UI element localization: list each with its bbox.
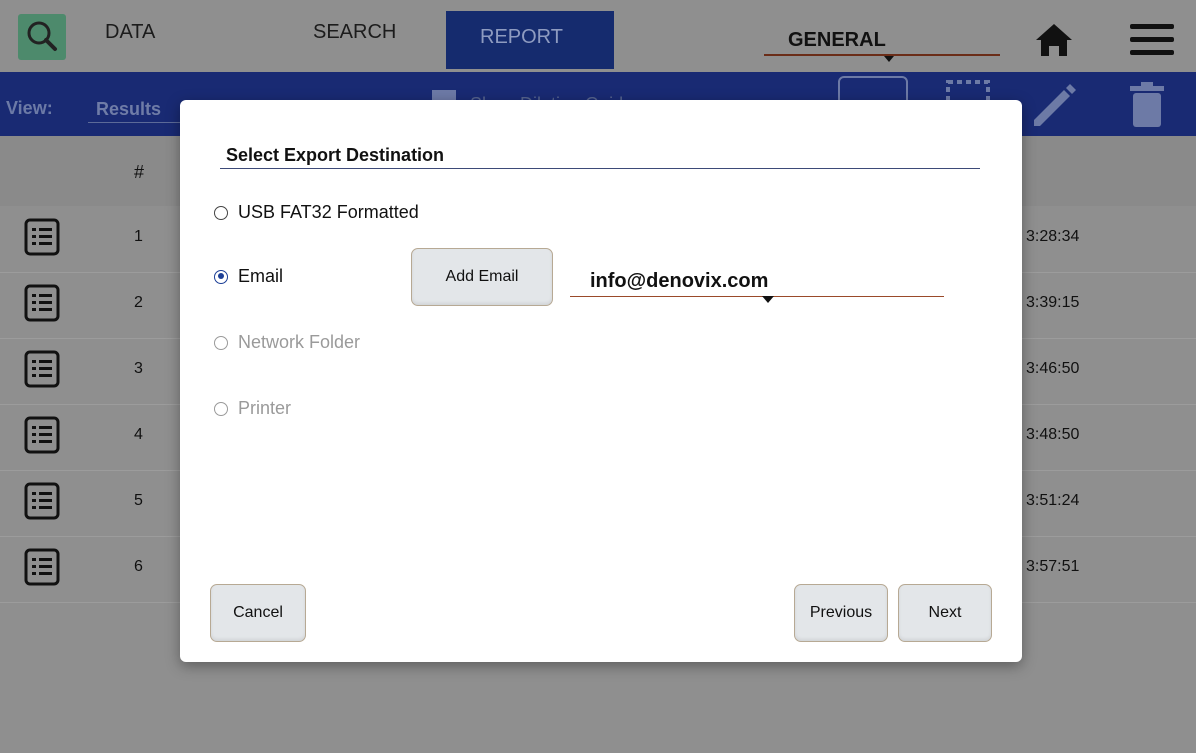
option-network-folder: Network Folder xyxy=(214,332,360,353)
row-time: 3:39:15 xyxy=(1026,294,1080,311)
list-details-icon[interactable] xyxy=(24,482,60,520)
trash-icon[interactable] xyxy=(1128,82,1168,130)
radio-usb[interactable] xyxy=(214,205,228,220)
row-number: 6 xyxy=(134,558,143,575)
radio-network-folder xyxy=(214,335,228,350)
option-printer: Printer xyxy=(214,398,291,419)
tab-search[interactable]: SEARCH xyxy=(313,10,396,54)
list-details-icon[interactable] xyxy=(24,284,60,322)
row-number: 5 xyxy=(134,492,143,509)
list-details-icon[interactable] xyxy=(24,218,60,256)
view-dropdown-value: Results xyxy=(96,99,162,119)
chevron-down-icon xyxy=(884,56,894,62)
row-time: 3:46:50 xyxy=(1026,360,1080,377)
option-email[interactable]: Email xyxy=(214,266,283,287)
add-email-button-label: Add Email xyxy=(445,268,519,285)
list-details-icon[interactable] xyxy=(24,548,60,586)
row-number: 3 xyxy=(134,360,143,377)
dialog-title: Select Export Destination xyxy=(226,145,445,165)
tab-data[interactable]: DATA xyxy=(105,12,155,52)
row-number: 4 xyxy=(134,426,143,443)
previous-button[interactable]: Previous xyxy=(794,584,888,642)
export-destination-dialog: Select Export Destination USB FAT32 Form… xyxy=(180,100,1022,662)
email-select-value: info@denovix.com xyxy=(590,270,769,292)
general-dropdown[interactable]: GENERAL xyxy=(764,20,1000,62)
row-time: 3:28:34 xyxy=(1026,228,1080,245)
list-details-icon[interactable] xyxy=(24,350,60,388)
email-select[interactable]: info@denovix.com xyxy=(570,268,944,303)
radio-email[interactable] xyxy=(214,269,228,284)
row-time: 3:57:51 xyxy=(1026,558,1080,575)
add-email-button[interactable]: Add Email xyxy=(411,248,553,306)
cancel-button[interactable]: Cancel xyxy=(210,584,306,642)
option-network-folder-label: Network Folder xyxy=(238,332,361,352)
cancel-button-label: Cancel xyxy=(233,604,283,621)
column-header-number: # xyxy=(134,162,145,182)
magnifier-icon xyxy=(27,21,57,51)
row-time: 3:51:24 xyxy=(1026,492,1080,509)
list-details-icon[interactable] xyxy=(24,416,60,454)
option-email-label: Email xyxy=(238,266,284,286)
home-icon[interactable] xyxy=(1034,22,1074,58)
view-dropdown[interactable]: Results xyxy=(88,92,188,123)
next-button-label: Next xyxy=(928,604,962,621)
tab-report-label: REPORT xyxy=(480,26,563,48)
title-divider xyxy=(220,168,980,169)
radio-printer xyxy=(214,401,228,416)
row-time: 3:48:50 xyxy=(1026,426,1080,443)
top-nav: DATA SEARCH REPORT GENERAL xyxy=(0,0,1196,72)
view-label: View: xyxy=(6,98,53,118)
search-app-icon[interactable] xyxy=(18,14,66,60)
tab-report[interactable]: REPORT xyxy=(446,11,614,69)
chevron-down-icon xyxy=(762,296,774,303)
pencil-icon[interactable] xyxy=(1032,84,1076,128)
general-dropdown-label: GENERAL xyxy=(788,29,886,51)
row-number: 1 xyxy=(134,228,143,245)
next-button[interactable]: Next xyxy=(898,584,992,642)
row-number: 2 xyxy=(134,294,143,311)
previous-button-label: Previous xyxy=(809,604,873,621)
option-usb[interactable]: USB FAT32 Formatted xyxy=(214,202,419,223)
option-printer-label: Printer xyxy=(238,398,292,418)
hamburger-menu-icon[interactable] xyxy=(1130,22,1174,58)
option-usb-label: USB FAT32 Formatted xyxy=(238,202,419,222)
